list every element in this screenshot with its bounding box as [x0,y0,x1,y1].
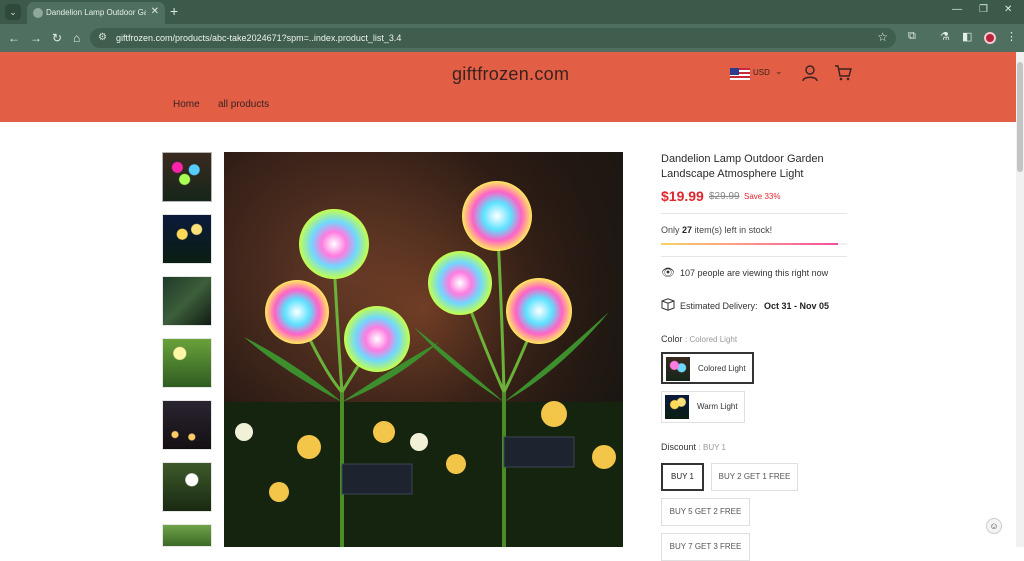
color-option-warm-light[interactable]: Warm Light [661,391,745,423]
browser-tab-bar: ⌄ Dandelion Lamp Outdoor Garden ✕ + — ❐ … [0,0,1024,24]
discount-option-buy-5-get-2[interactable]: BUY 5 GET 2 FREE [661,498,750,526]
window-close-icon[interactable]: ✕ [1004,4,1012,15]
delivery-dates: Oct 31 - Nov 05 [764,301,830,311]
save-badge: Save 33% [744,192,781,201]
discount-option-buy-2-get-1[interactable]: BUY 2 GET 1 FREE [711,463,798,491]
home-icon[interactable]: ⌂ [73,30,80,46]
extensions-icon[interactable]: ⧉ [908,30,916,43]
color-option-colored-light[interactable]: Colored Light [661,352,754,384]
tab-title: Dandelion Lamp Outdoor Garden [46,8,146,17]
thumbnail-1[interactable] [162,152,212,202]
divider [661,213,847,214]
thumbnail-3[interactable] [162,276,212,326]
tab-search-button[interactable]: ⌄ [5,4,21,20]
scrollbar-thumb[interactable] [1017,62,1023,172]
browser-menu-icon[interactable]: ⋮ [1006,30,1017,43]
discount-option-buy-1[interactable]: BUY 1 [661,463,704,491]
thumbnail-5[interactable] [162,400,212,450]
discount-selected-value: BUY 1 [702,443,726,452]
side-panel-icon[interactable]: ◧ [962,30,972,43]
menu-item-home[interactable]: Home [173,99,200,110]
url-text[interactable]: giftfrozen.com/products/abc-take2024671?… [116,33,401,43]
product-price: $19.99 [661,188,704,204]
currency-selector[interactable]: USD [753,68,770,77]
stock-count: 27 [682,225,693,235]
eye-icon: 👁 [661,267,675,279]
us-flag-icon[interactable] [730,68,750,80]
tab-favicon-icon [33,8,43,18]
color-option-label: Colored Light [698,364,746,373]
help-widget-icon[interactable]: ☺ [986,518,1002,534]
site-info-icon[interactable]: ⚙ [98,32,107,43]
product-title: Dandelion Lamp Outdoor Garden Landscape … [661,153,824,180]
discount-option-buy-7-get-3[interactable]: BUY 7 GET 3 FREE [661,533,750,561]
discount-label-text: Discount [661,442,697,452]
forward-arrow-icon[interactable]: → [30,30,42,46]
menu-item-all-products[interactable]: all products [218,99,269,110]
tab-close-icon[interactable]: ✕ [151,6,159,17]
viewers-text: 107 people are viewing this right now [680,268,829,278]
address-bar[interactable]: ⚙ giftfrozen.com/products/abc-take202467… [90,28,896,48]
page-scrollbar[interactable] [1016,52,1024,547]
delivery-label: Estimated Delivery: [680,301,758,311]
browser-toolbar: ← → ↻ ⌂ ⚙ giftfrozen.com/products/abc-ta… [0,24,1024,52]
cart-icon[interactable] [834,64,852,82]
stock-progress-fill [661,243,838,245]
thumbnail-4[interactable] [162,338,212,388]
colored-light-thumb [666,357,690,381]
minimize-icon[interactable]: — [952,4,962,15]
reload-icon[interactable]: ↻ [52,30,62,46]
stock-suffix: item(s) left in stock! [694,225,773,235]
thumbnails-scroll-down-icon[interactable]: ⌄ [180,537,188,548]
thumbnail-6[interactable] [162,462,212,512]
chevron-down-icon[interactable]: ⌄ [775,66,783,77]
stock-notice: Only 27 item(s) left in stock! [661,225,772,235]
divider [661,256,847,257]
user-icon[interactable] [801,64,819,82]
stock-prefix: Only [661,225,680,235]
warm-light-thumb [665,395,689,419]
package-icon [661,298,675,311]
color-selected-value: Colored Light [689,335,738,344]
main-product-image[interactable] [224,152,623,547]
site-logo[interactable]: giftfrozen.com [452,64,569,85]
restore-icon[interactable]: ❐ [979,4,988,15]
original-price: $29.99 [709,191,740,202]
color-option-label: Warm Light [697,402,738,411]
new-tab-button[interactable]: + [170,3,178,19]
stock-progress-bar [661,243,847,245]
back-arrow-icon[interactable]: ← [8,30,20,46]
profile-avatar[interactable] [984,32,996,44]
color-label-text: Color [661,334,683,344]
discount-label: Discount : BUY 1 [661,442,726,452]
dandelion-lamp-illustration [224,152,623,547]
bookmark-star-icon[interactable]: ☆ [877,30,888,44]
labs-icon[interactable]: ⚗ [940,30,950,43]
site-header: giftfrozen.com USD ⌄ Home all products [0,52,1016,122]
color-label: Color : Colored Light [661,334,738,344]
browser-tab[interactable]: Dandelion Lamp Outdoor Garden ✕ [27,2,165,24]
thumbnail-2[interactable] [162,214,212,264]
